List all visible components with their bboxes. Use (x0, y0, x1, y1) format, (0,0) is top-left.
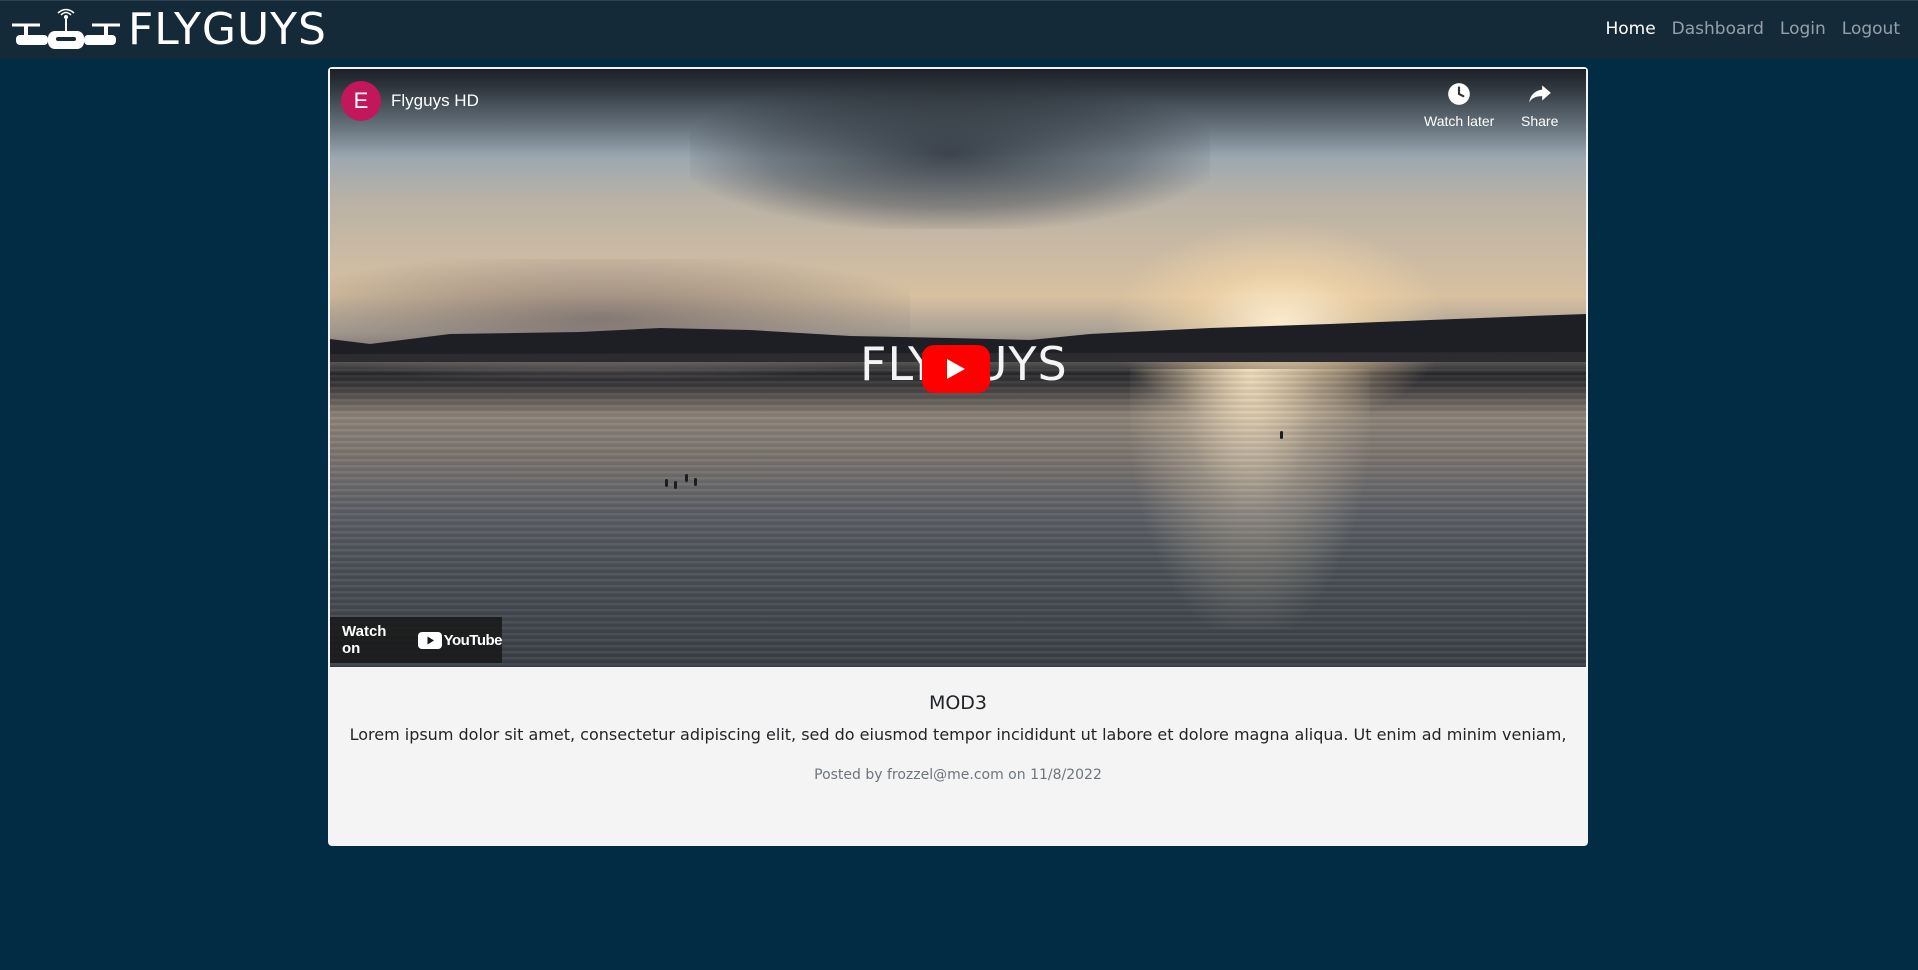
play-icon (947, 359, 965, 379)
share-button[interactable]: Share (1521, 81, 1558, 129)
nav-dashboard-link[interactable]: Dashboard (1672, 19, 1764, 39)
post-card: E Flyguys HD Watch later Share FLYGUYS W… (328, 67, 1588, 846)
youtube-wordmark: YouTube (443, 631, 503, 649)
video-water-ripples (330, 369, 1586, 667)
brand-name: FLYGUYS (128, 4, 327, 55)
nav-logout-link[interactable]: Logout (1842, 19, 1900, 39)
watch-on-label: Watch on (342, 623, 387, 657)
nav-home-link[interactable]: Home (1605, 19, 1655, 39)
clock-icon (1448, 83, 1470, 105)
navbar: FLYGUYS Home Dashboard Login Logout (0, 0, 1918, 59)
nav-login-link[interactable]: Login (1780, 19, 1826, 39)
post-meta: Posted by frozzel@me.com on 11/8/2022 (814, 767, 1102, 783)
share-label: Share (1521, 113, 1559, 129)
video-embed[interactable]: E Flyguys HD Watch later Share FLYGUYS W… (330, 69, 1586, 667)
video-channel[interactable]: E Flyguys HD (341, 81, 479, 121)
nav-links: Home Dashboard Login Logout (1605, 19, 1900, 39)
youtube-icon (417, 631, 442, 649)
post-body: Lorem ipsum dolor sit amet, consectetur … (349, 725, 1567, 744)
channel-avatar[interactable]: E (341, 81, 381, 121)
brand[interactable]: FLYGUYS (10, 5, 327, 55)
drone-icon (12, 8, 120, 49)
channel-name[interactable]: Flyguys HD (391, 91, 479, 111)
watch-on-youtube-button[interactable]: Watch on YouTube (330, 617, 503, 663)
watch-later-label: Watch later (1424, 113, 1495, 129)
youtube-logo: YouTube (417, 631, 503, 649)
watch-later-button[interactable]: Watch later (1424, 81, 1494, 129)
share-icon (1528, 85, 1551, 103)
post-title: MOD3 (928, 692, 988, 714)
video-top-shade (330, 69, 1586, 159)
play-button[interactable] (922, 345, 990, 393)
